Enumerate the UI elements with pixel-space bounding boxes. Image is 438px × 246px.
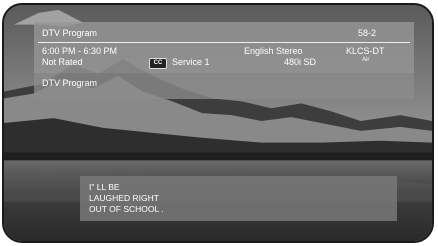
audio-info: English Stereo <box>244 46 303 56</box>
channel-number: 58-2 <box>358 28 377 38</box>
program-info-panel: DTV Program 58-2 6:00 PM - 6:30 PM Not R… <box>34 22 414 73</box>
program-description: DTV Program <box>42 78 98 88</box>
service-label: Service 1 <box>172 57 210 67</box>
video-resolution: 480i SD <box>284 57 317 67</box>
panel-divider <box>38 42 410 43</box>
program-time: 6:00 PM - 6:30 PM <box>42 46 118 56</box>
program-rating: Not Rated <box>42 57 83 67</box>
program-title: DTV Program <box>42 28 98 38</box>
caption-line-3: OUT OF SCHOOL . <box>89 204 164 214</box>
closed-caption-box: I" LL BE LAUGHED RIGHT OUT OF SCHOOL . <box>80 176 397 221</box>
closed-caption-icon: CC <box>149 58 167 69</box>
signal-source: Air <box>362 57 370 63</box>
caption-line-2: LAUGHED RIGHT <box>89 193 159 203</box>
program-description-panel: DTV Program <box>34 73 414 99</box>
caption-line-1: I" LL BE <box>89 182 120 192</box>
station-name: KLCS-DT <box>346 46 385 56</box>
